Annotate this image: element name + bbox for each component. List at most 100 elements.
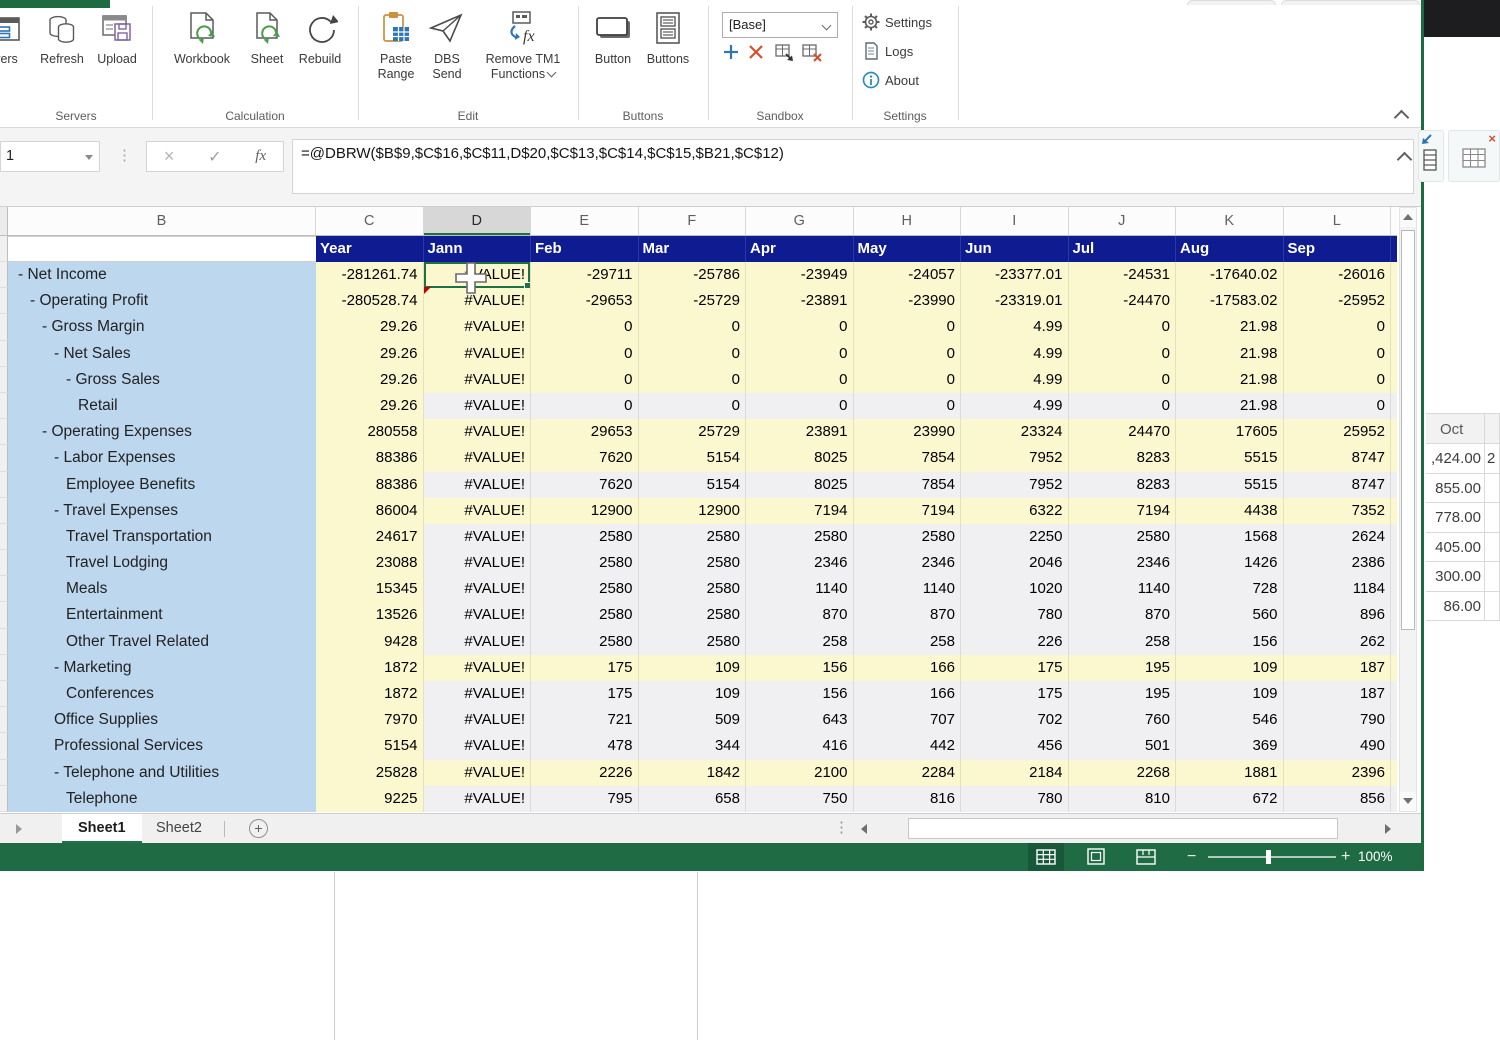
value-cell[interactable]: 490 (1284, 733, 1392, 759)
month-header-cell[interactable]: Sep (1284, 236, 1392, 262)
row-label-cell[interactable]: Office Supplies (8, 707, 316, 733)
value-cell[interactable]: 258 (854, 629, 962, 655)
value-cell[interactable]: 166 (854, 655, 962, 681)
value-cell[interactable]: 2580 (639, 576, 747, 602)
value-cell[interactable]: 2580 (854, 524, 962, 550)
value-cell[interactable]: 226 (961, 629, 1069, 655)
value-cell[interactable]: 7620 (531, 445, 639, 471)
row-label-cell[interactable]: Travel Transportation (8, 524, 316, 550)
month-header-cell[interactable]: Apr (746, 236, 854, 262)
tab-sheet2[interactable]: Sheet2 (140, 814, 218, 844)
value-cell[interactable]: 7194 (746, 498, 854, 524)
value-cell[interactable]: 2624 (1284, 524, 1392, 550)
value-cell[interactable]: 9428 (316, 629, 424, 655)
column-header-F[interactable]: F (639, 207, 747, 235)
value-cell[interactable]: -280528.74 (316, 288, 424, 314)
scroll-right-button[interactable] (1377, 816, 1399, 842)
value-cell[interactable]: 6322 (961, 498, 1069, 524)
value-cell[interactable]: 1881 (1176, 760, 1284, 786)
value-cell[interactable]: 0 (639, 393, 747, 419)
upload-button[interactable]: Upload (88, 10, 146, 67)
value-cell[interactable]: 2386 (1284, 550, 1392, 576)
value-cell[interactable]: 12900 (639, 498, 747, 524)
value-cell[interactable]: 21.98 (1176, 393, 1284, 419)
value-cell[interactable]: 1872 (316, 655, 424, 681)
value-cell[interactable]: 0 (854, 393, 962, 419)
value-cell[interactable]: #VALUE! (424, 733, 532, 759)
value-cell[interactable]: 7952 (961, 445, 1069, 471)
value-cell[interactable]: 0 (746, 341, 854, 367)
column-header-G[interactable]: G (746, 207, 854, 235)
value-cell[interactable]: 0 (531, 314, 639, 340)
logs-button[interactable]: Logs (862, 41, 913, 65)
row-label-cell[interactable]: - Gross Sales (8, 367, 316, 393)
normal-view-button[interactable] (1028, 843, 1064, 871)
column-header-I[interactable]: I (961, 207, 1069, 235)
value-cell[interactable]: #VALUE! (424, 629, 532, 655)
value-cell[interactable]: #VALUE! (424, 602, 532, 628)
value-cell[interactable]: 25828 (316, 760, 424, 786)
row-label-cell[interactable]: Meals (8, 576, 316, 602)
column-header-B[interactable]: B (8, 207, 316, 235)
row-label-cell[interactable]: Travel Lodging (8, 550, 316, 576)
column-header-L[interactable]: L (1284, 207, 1392, 235)
value-cell[interactable]: 29.26 (316, 367, 424, 393)
value-cell[interactable]: -23377.01 (961, 262, 1069, 288)
cancel-icon[interactable]: × (164, 146, 175, 167)
month-header-cell[interactable]: Jun (961, 236, 1069, 262)
value-cell[interactable]: 29.26 (316, 314, 424, 340)
settings-button[interactable]: Settings (862, 12, 932, 36)
value-cell[interactable]: 23891 (746, 419, 854, 445)
value-cell[interactable]: -17583.02 (1176, 288, 1284, 314)
value-cell[interactable]: 109 (1176, 655, 1284, 681)
value-cell[interactable]: 29.26 (316, 341, 424, 367)
value-cell[interactable]: 344 (639, 733, 747, 759)
value-cell[interactable]: 12900 (531, 498, 639, 524)
value-cell[interactable]: 2184 (961, 760, 1069, 786)
zoom-slider-thumb[interactable] (1266, 850, 1271, 864)
value-cell[interactable]: #VALUE! (424, 472, 532, 498)
value-cell[interactable]: 21.98 (1176, 341, 1284, 367)
value-cell[interactable]: 280558 (316, 419, 424, 445)
value-cell[interactable]: 0 (1284, 341, 1392, 367)
value-cell[interactable]: #VALUE! (424, 681, 532, 707)
value-cell[interactable]: 187 (1284, 681, 1392, 707)
value-cell[interactable]: 21.98 (1176, 314, 1284, 340)
value-cell[interactable]: 2580 (639, 524, 747, 550)
value-cell[interactable]: 4.99 (961, 314, 1069, 340)
value-cell[interactable]: -25729 (639, 288, 747, 314)
column-header-C[interactable]: C (316, 207, 424, 235)
value-cell[interactable]: 0 (854, 367, 962, 393)
value-cell[interactable]: 0 (1284, 314, 1392, 340)
value-cell[interactable]: 109 (639, 655, 747, 681)
value-cell[interactable]: 7194 (854, 498, 962, 524)
value-cell[interactable]: 2284 (854, 760, 962, 786)
value-cell[interactable]: 7620 (531, 472, 639, 498)
value-cell[interactable]: 1140 (1069, 576, 1177, 602)
value-cell[interactable]: 7970 (316, 707, 424, 733)
value-cell[interactable]: 442 (854, 733, 962, 759)
value-cell[interactable]: 5515 (1176, 472, 1284, 498)
value-cell[interactable]: 2046 (961, 550, 1069, 576)
value-cell[interactable]: 2580 (531, 524, 639, 550)
row-label-cell[interactable]: - Operating Profit (8, 288, 316, 314)
value-cell[interactable]: 25952 (1284, 419, 1392, 445)
value-cell[interactable]: 1020 (961, 576, 1069, 602)
value-cell[interactable]: #VALUE! (424, 367, 532, 393)
month-header-cell[interactable]: Mar (639, 236, 747, 262)
value-cell[interactable]: 509 (639, 707, 747, 733)
buttons-button[interactable]: Buttons (633, 10, 703, 67)
value-cell[interactable]: 156 (746, 681, 854, 707)
row-label-cell[interactable]: Other Travel Related (8, 629, 316, 655)
value-cell[interactable]: 2226 (531, 760, 639, 786)
row-label-cell[interactable]: - Telephone and Utilities (8, 760, 316, 786)
value-cell[interactable]: 546 (1176, 707, 1284, 733)
vertical-scrollbar-thumb[interactable] (1401, 230, 1415, 630)
value-cell[interactable]: 88386 (316, 445, 424, 471)
value-cell[interactable]: 86004 (316, 498, 424, 524)
value-cell[interactable]: 2580 (639, 602, 747, 628)
value-cell[interactable]: -24057 (854, 262, 962, 288)
value-cell[interactable]: #VALUE! (424, 314, 532, 340)
value-cell[interactable]: 0 (639, 367, 747, 393)
value-cell[interactable]: #VALUE! (424, 498, 532, 524)
